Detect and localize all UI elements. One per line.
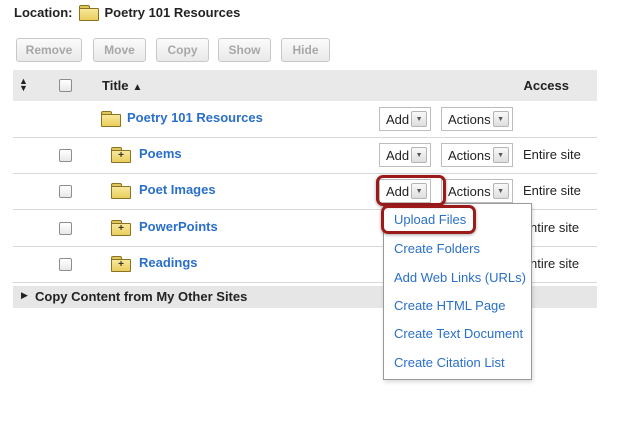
expand-triangle-icon: ▶ [21, 290, 28, 300]
copy-button[interactable]: Copy [156, 38, 209, 62]
menu-item-create-html-page[interactable]: Create HTML Page [394, 298, 506, 313]
show-button[interactable]: Show [218, 38, 271, 62]
expandable-folder-icon[interactable]: + [111, 147, 131, 163]
menu-item-upload-files[interactable]: Upload Files [394, 212, 466, 227]
chevron-down-icon: ▼ [411, 147, 428, 163]
add-dropdown[interactable]: Add ▼ [379, 179, 432, 203]
select-all-checkbox[interactable] [59, 79, 72, 92]
add-label: Add [386, 147, 410, 163]
menu-item-add-web-links[interactable]: Add Web Links (URLs) [394, 270, 526, 285]
chevron-down-icon: ▼ [492, 111, 509, 127]
chevron-down-icon: ▼ [492, 183, 509, 199]
add-label: Add [386, 183, 410, 199]
menu-item-create-folders[interactable]: Create Folders [394, 241, 480, 256]
table-row: Poetry 101 Resources Add ▼ Actions ▼ [13, 101, 597, 138]
access-value: Entire site [523, 183, 581, 198]
expandable-folder-icon[interactable]: + [111, 256, 131, 272]
folder-link[interactable]: Poet Images [139, 182, 216, 197]
folder-icon [78, 4, 99, 21]
actions-label: Actions [448, 183, 491, 199]
table-row: + Poems Add ▼ Actions ▼ Entire site [13, 137, 597, 174]
folder-icon [111, 183, 131, 199]
chevron-down-icon: ▼ [411, 111, 428, 127]
chevron-down-icon: ▼ [492, 147, 509, 163]
folder-link[interactable]: Poetry 101 Resources [127, 110, 263, 125]
access-value: Entire site [523, 147, 581, 162]
actions-dropdown[interactable]: Actions ▼ [441, 107, 513, 131]
add-label: Add [386, 111, 410, 127]
add-dropdown[interactable]: Add ▼ [379, 107, 432, 131]
sort-ascending-icon: ▲ [132, 82, 143, 93]
folder-link[interactable]: PowerPoints [139, 219, 218, 234]
sort-arrows-icon[interactable]: ▲ ▼ [19, 77, 28, 93]
access-column-header: Access [523, 78, 569, 93]
location-folder-name: Poetry 101 Resources [104, 4, 241, 20]
copy-content-label: Copy Content from My Other Sites [35, 289, 248, 304]
add-menu: Upload Files Create Folders Add Web Link… [383, 203, 532, 380]
move-button[interactable]: Move [93, 38, 146, 62]
expandable-folder-icon[interactable]: + [111, 220, 131, 236]
hide-button[interactable]: Hide [281, 38, 330, 62]
actions-label: Actions [448, 147, 491, 163]
title-column-header[interactable]: Title ▲ [102, 78, 142, 93]
row-checkbox[interactable] [59, 258, 72, 271]
remove-button[interactable]: Remove [16, 38, 82, 62]
actions-dropdown[interactable]: Actions ▼ [441, 179, 513, 203]
folder-link[interactable]: Poems [139, 146, 182, 161]
menu-item-create-text-document[interactable]: Create Text Document [394, 326, 523, 341]
menu-item-create-citation-list[interactable]: Create Citation List [394, 355, 505, 370]
folder-link[interactable]: Readings [139, 255, 198, 270]
location-label: Location: [14, 4, 73, 20]
chevron-down-icon: ▼ [411, 183, 428, 199]
location-bar: Location: Poetry 101 Resources [14, 3, 240, 21]
row-checkbox[interactable] [59, 185, 72, 198]
title-header-label: Title [102, 78, 129, 93]
row-checkbox[interactable] [59, 222, 72, 235]
actions-dropdown[interactable]: Actions ▼ [441, 143, 513, 167]
table-header: ▲ ▼ Title ▲ Access [13, 70, 597, 101]
row-checkbox[interactable] [59, 149, 72, 162]
access-value: ntire site [530, 220, 580, 235]
add-dropdown[interactable]: Add ▼ [379, 143, 432, 167]
actions-label: Actions [448, 111, 491, 127]
folder-icon [101, 111, 121, 127]
access-value: ntire site [530, 256, 580, 271]
